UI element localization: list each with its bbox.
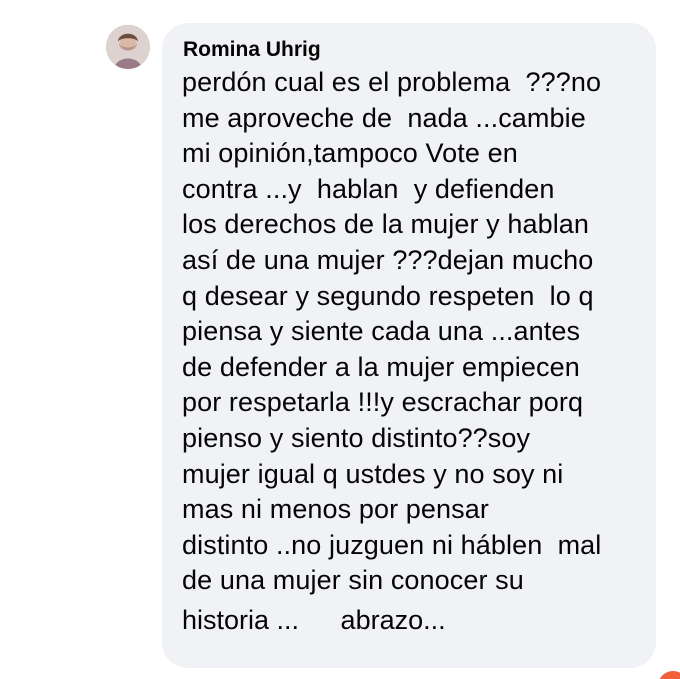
avatar[interactable] bbox=[106, 25, 150, 69]
comment-bubble: Romina Uhrig perdón cual es el problema … bbox=[162, 23, 656, 668]
last-line-end: abrazo... bbox=[340, 604, 446, 635]
last-line-start: historia ... bbox=[182, 604, 307, 635]
comment-author[interactable]: Romina Uhrig bbox=[182, 37, 638, 63]
comment-text: perdón cual es el problema ???no me apro… bbox=[182, 67, 602, 596]
comment-last-line: historia ... abrazo... bbox=[182, 603, 638, 639]
face-screaming-in-fear-icon bbox=[309, 606, 339, 636]
comment-screen: Romina Uhrig perdón cual es el problema … bbox=[0, 0, 680, 679]
reaction-badge[interactable] bbox=[650, 669, 680, 679]
avatar-photo bbox=[106, 25, 150, 69]
